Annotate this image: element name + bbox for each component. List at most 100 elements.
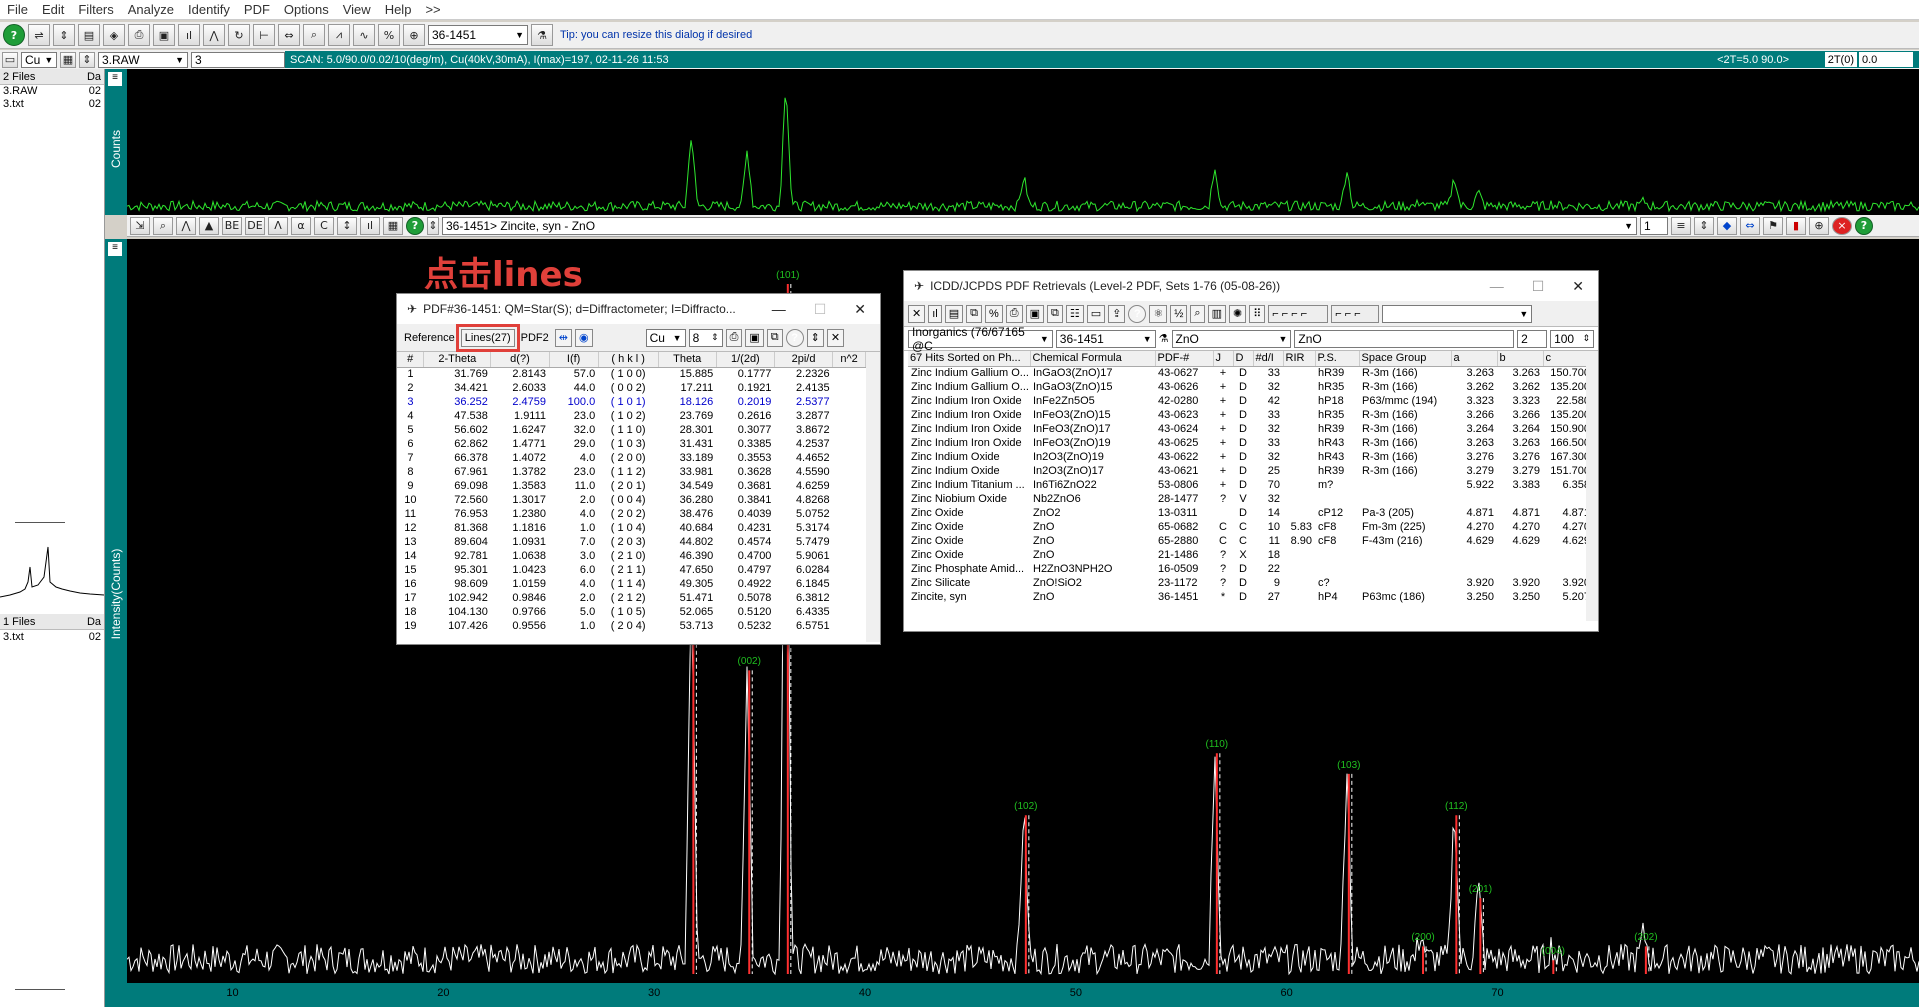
close-icon[interactable]: ✕	[826, 328, 845, 347]
reference-tab[interactable]: Reference	[401, 329, 458, 347]
scale-icon[interactable]: ⊢	[253, 24, 275, 46]
updown-icon[interactable]: ⇕	[1694, 216, 1714, 235]
bar-icon[interactable]: ▮	[1786, 216, 1806, 235]
compare-icon[interactable]: ⇔	[278, 24, 300, 46]
hits-row[interactable]: Zincite, syn ZnO 36-1451 * D 27 hP4 P63mc (186)…	[908, 590, 1586, 604]
lines-column-header[interactable]: n^2	[832, 352, 866, 368]
num2-field[interactable]: 100 ⇕	[1550, 329, 1595, 348]
peaks-icon[interactable]: ıl	[178, 24, 200, 46]
lines-column-header[interactable]: 2pi/d	[774, 352, 834, 368]
list-icon[interactable]: ≡	[1671, 216, 1691, 235]
export-icon[interactable]: ⇪	[1108, 304, 1126, 323]
spin-icon[interactable]: ⇕	[427, 216, 439, 235]
lines-column-header[interactable]: d(?)	[490, 352, 550, 368]
menu-item-edit[interactable]: Edit	[35, 2, 71, 17]
hits-row[interactable]: Zinc Indium Iron Oxide InFe2Zn5O5 42-0280 +…	[908, 394, 1586, 408]
hits-row[interactable]: Zinc Silicate ZnO!SiO2 23-1172? D 9 c? 3.920 3.…	[908, 576, 1586, 590]
hits-row[interactable]: Zinc Indium Oxide In2O3(ZnO)17 43-0621 + D 25…	[908, 464, 1586, 478]
help-icon[interactable]: ?	[785, 328, 804, 347]
pdf-number-combo[interactable]: 36-1451 ▼	[428, 25, 528, 45]
target-icon[interactable]: ✺	[1228, 304, 1247, 323]
page-field[interactable]: 1	[1640, 216, 1668, 235]
bars-icon[interactable]: ıl	[360, 216, 380, 235]
print-icon[interactable]: ⎙	[128, 24, 150, 46]
lines-button[interactable]: Lines(27)	[455, 323, 520, 352]
copy-icon[interactable]: ⧉	[1046, 304, 1063, 323]
book-icon[interactable]: ▥	[1207, 304, 1226, 323]
hits-column-header[interactable]: P.S.	[1315, 351, 1360, 367]
count-field[interactable]: 8 ⇕	[688, 328, 723, 347]
save-icon[interactable]: ▣	[1025, 304, 1044, 323]
search-icon[interactable]: ⌕	[303, 24, 325, 46]
open-icon[interactable]: ▭	[1086, 304, 1106, 323]
lines-column-header[interactable]: ( h k l )	[598, 352, 659, 368]
save-icon[interactable]: ▣	[745, 328, 764, 347]
num1-field[interactable]: 2	[1517, 329, 1548, 348]
hits-column-header[interactable]: D	[1233, 351, 1254, 367]
spin-icon[interactable]: ⇕	[79, 51, 95, 68]
close-icon[interactable]: ✕	[1572, 278, 1584, 295]
hits-row[interactable]: Zinc Indium Oxide In2O3(ZnO)19 43-0622 + D 32…	[908, 450, 1586, 464]
ka2-icon[interactable]: α	[291, 216, 311, 235]
hits-row[interactable]: Zinc Indium Titanium ... In6Ti6ZnO22 53-08…	[908, 478, 1586, 492]
ratio-icon[interactable]: ½	[1170, 304, 1188, 323]
file-list-item[interactable]: 3.RAW 02	[0, 85, 104, 98]
de-icon[interactable]: DE	[245, 216, 265, 235]
print-icon[interactable]: ⎙	[725, 328, 743, 347]
grid-icon[interactable]: ▦	[383, 216, 403, 235]
profile-icon[interactable]: ⋀	[203, 24, 225, 46]
checkbox-group-2[interactable]: ⌐ ⌐ ⌐	[1331, 304, 1380, 323]
file-list-item[interactable]: 3.txt 02	[0, 631, 104, 644]
hits-column-header[interactable]: a	[1451, 351, 1498, 367]
hits-row[interactable]: Zinc Indium Iron Oxide InFeO3(ZnO)17 43-06…	[908, 422, 1586, 436]
lines-column-header[interactable]: Theta	[658, 352, 717, 368]
percent-icon[interactable]: %	[984, 304, 1003, 323]
globe-icon[interactable]: ⊕	[403, 24, 425, 46]
filter-combo[interactable]: Inorganics (76/67165 @C ▼	[908, 325, 1053, 353]
globe-icon[interactable]: ⊕	[1809, 216, 1829, 235]
hits-column-header[interactable]: RIR	[1283, 351, 1316, 367]
lines-row[interactable]: 17 102.942 0.9846 2.0 ( 2 1 2) 51.471 0.5078 6.…	[397, 591, 866, 605]
lines-column-header[interactable]: 1/(2d)	[716, 352, 775, 368]
hits-row[interactable]: Zinc Oxide ZnO2 13-0311 D 14 cP12 Pa-3 (205) 4.…	[908, 506, 1586, 520]
double-arrow-icon[interactable]: ⇔	[1740, 216, 1760, 235]
extra-combo[interactable]: ▼	[1382, 304, 1533, 323]
value-field[interactable]: 3	[191, 51, 285, 68]
hits-column-header[interactable]: J	[1213, 351, 1234, 367]
sort-icon[interactable]: ⇕	[806, 328, 824, 347]
hits-column-header[interactable]: 67 Hits Sorted on Ph...	[908, 351, 1031, 367]
menu-item-filters[interactable]: Filters	[71, 2, 120, 17]
lines-row[interactable]: 18 104.130 0.9766 5.0 ( 1 0 5) 52.065 0.5120 6.…	[397, 605, 866, 619]
grid-icon[interactable]: ▦	[60, 51, 76, 68]
lines-column-header[interactable]: 2-Theta	[423, 352, 492, 368]
search-icon[interactable]: ⌕	[1190, 304, 1205, 323]
help-icon[interactable]: ?	[406, 216, 424, 235]
close-icon[interactable]: ×	[1832, 216, 1852, 235]
minimize-icon[interactable]: —	[1490, 278, 1504, 295]
overview-plot[interactable]	[126, 69, 1919, 215]
merge-icon[interactable]: ⧉	[966, 304, 982, 323]
open-icon[interactable]: ▤	[78, 24, 100, 46]
peak-icon[interactable]: ⋀	[176, 216, 196, 235]
formula-combo[interactable]: ZnO ▼	[1171, 329, 1292, 348]
ruler-icon[interactable]: ⇹	[554, 328, 572, 347]
menu-item--[interactable]: >>	[418, 2, 447, 17]
hits-column-header[interactable]: b	[1497, 351, 1544, 367]
hits-row[interactable]: Zinc Indium Iron Oxide InFeO3(ZnO)15 43-06…	[908, 408, 1586, 422]
maximize-icon[interactable]: ☐	[1532, 278, 1545, 295]
menu-item-pdf[interactable]: PDF	[237, 2, 277, 17]
collapse-icon[interactable]: ≡	[108, 242, 122, 256]
hits-row[interactable]: Zinc Indium Gallium O... InGaO3(ZnO)15 43-…	[908, 380, 1586, 394]
lines-row[interactable]: 13 89.604 1.0931 7.0 ( 2 0 3) 44.802 0.4574 5.7…	[397, 535, 866, 549]
bars-icon[interactable]: ıl	[928, 304, 942, 323]
print-icon[interactable]: ⎙	[1005, 304, 1023, 323]
two-theta-field[interactable]: 0.0	[1859, 52, 1913, 67]
hits-row[interactable]: Zinc Indium Gallium O... InGaO3(ZnO)17 43-…	[908, 366, 1586, 380]
diamond-icon[interactable]: ◆	[1717, 216, 1737, 235]
lines-row[interactable]: 7 66.378 1.4072 4.0 ( 2 0 0) 33.189 0.3553 4.46…	[397, 451, 866, 465]
hits-row[interactable]: Zinc Oxide ZnO 65-2880 C C 11 8.90 cF8 F-43m (21…	[908, 534, 1586, 548]
hits-column-header[interactable]: PDF-#	[1155, 351, 1214, 367]
hits-column-header[interactable]: Chemical Formula	[1030, 351, 1156, 367]
lines-row[interactable]: 8 67.961 1.3782 23.0 ( 1 1 2) 33.981 0.3628 4.5…	[397, 465, 866, 479]
table-icon[interactable]: ☷	[1065, 304, 1084, 323]
